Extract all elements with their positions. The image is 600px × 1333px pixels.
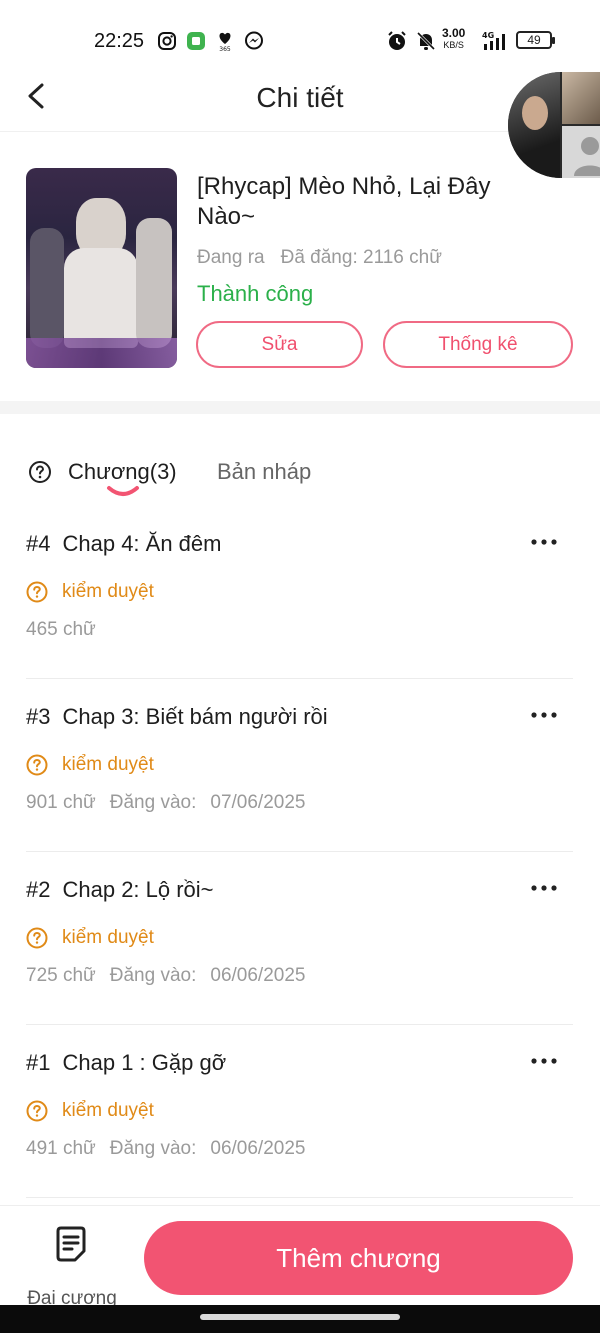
more-options-button[interactable] <box>529 532 559 552</box>
chapter-status: kiểm duyệt <box>26 578 154 606</box>
chapter-meta: 725 chữ Đăng vào: 06/06/2025 <box>26 965 305 987</box>
chapter-posted-date: 07/06/2025 <box>210 792 306 813</box>
more-dots-icon <box>531 885 557 891</box>
help-icon[interactable] <box>28 460 52 484</box>
battery-indicator: 49 <box>516 31 555 49</box>
chapter-title: Chap 3: Biết bám người rồi <box>62 704 328 729</box>
status-bar: 22:25 365 3.00 KB/S 4G 49 <box>0 0 600 80</box>
chapter-word-count: 725 chữ <box>26 965 96 986</box>
pending-question-icon <box>26 754 48 776</box>
instagram-icon <box>156 30 178 52</box>
chapter-posted-label: Đăng vào: <box>109 792 197 813</box>
chapter-status-label: kiểm duyệt <box>62 754 154 775</box>
chapter-title-row: #3 Chap 3: Biết bám người rồi <box>26 703 328 731</box>
edit-button[interactable]: Sửa <box>196 321 363 368</box>
book-state: Đang ra <box>197 247 265 268</box>
chapter-word-count: 901 chữ <box>26 792 96 813</box>
pending-question-icon <box>26 1100 48 1122</box>
svg-text:365: 365 <box>219 46 231 52</box>
chapter-posted-date: 06/06/2025 <box>210 965 306 986</box>
chapter-posted-label: Đăng vào: <box>109 965 197 986</box>
chapter-item[interactable]: #4 Chap 4: Ăn đêm kiểm duyệt 465 chữ <box>26 506 573 679</box>
more-dots-icon <box>531 539 557 545</box>
tab-drafts[interactable]: Bản nháp <box>217 458 311 486</box>
more-dots-icon <box>531 1058 557 1064</box>
book-cover[interactable] <box>26 168 177 368</box>
app-icon <box>185 30 207 52</box>
video-call-overlay[interactable] <box>508 72 600 178</box>
chapter-title: Chap 4: Ăn đêm <box>62 531 222 556</box>
chapter-number: #3 <box>26 704 51 729</box>
chapter-meta: 491 chữ Đăng vào: 06/06/2025 <box>26 1138 305 1160</box>
section-divider <box>0 401 600 414</box>
chapter-item[interactable]: #3 Chap 3: Biết bám người rồi kiểm duyệt … <box>26 679 573 852</box>
book-status: Thành công <box>197 281 314 306</box>
heart-365-icon: 365 <box>214 30 236 52</box>
stats-button[interactable]: Thống kê <box>383 321 573 368</box>
chapter-status: kiểm duyệt <box>26 751 154 779</box>
status-time: 22:25 <box>94 30 145 52</box>
book-word-count: Đã đăng: 2116 chữ <box>280 247 442 268</box>
chapter-status-label: kiểm duyệt <box>62 927 154 948</box>
bottom-action-bar: Đại cương Thêm chương <box>0 1205 600 1309</box>
chapter-number: #4 <box>26 531 51 556</box>
chapter-status: kiểm duyệt <box>26 1097 154 1125</box>
document-outline-icon <box>56 1226 86 1262</box>
more-options-button[interactable] <box>529 878 559 898</box>
tab-active-indicator <box>107 486 139 496</box>
chapter-status-label: kiểm duyệt <box>62 1100 154 1121</box>
pending-question-icon <box>26 581 48 603</box>
network-speed: 3.00 KB/S <box>442 26 466 50</box>
chapter-title: Chap 2: Lộ rồi~ <box>62 877 214 902</box>
mute-bell-icon <box>415 30 437 52</box>
chapter-title-row: #4 Chap 4: Ăn đêm <box>26 530 221 558</box>
chapter-number: #2 <box>26 877 51 902</box>
pending-question-icon <box>26 927 48 949</box>
chapter-item[interactable]: #1 Chap 1 : Gặp gỡ kiểm duyệt 491 chữ Đăng… <box>26 1025 573 1198</box>
svg-text:4G: 4G <box>482 31 494 40</box>
more-options-button[interactable] <box>529 705 559 725</box>
video-feed-secondary <box>562 72 600 124</box>
add-chapter-button[interactable]: Thêm chương <box>144 1221 573 1295</box>
home-indicator[interactable] <box>200 1314 400 1320</box>
chapter-tabs: Chương(3) Bản nháp <box>0 452 600 512</box>
chapter-title-row: #1 Chap 1 : Gặp gỡ <box>26 1049 226 1077</box>
book-title: [Rhycap] Mèo Nhỏ, Lại Đây Nào~ <box>197 173 491 230</box>
more-dots-icon <box>531 712 557 718</box>
book-meta: Đang ra Đã đăng: 2116 chữ <box>197 247 442 269</box>
chapter-meta: 901 chữ Đăng vào: 07/06/2025 <box>26 792 305 814</box>
chapter-status: kiểm duyệt <box>26 924 154 952</box>
chapter-title: Chap 1 : Gặp gỡ <box>62 1050 227 1075</box>
chapter-item[interactable]: #2 Chap 2: Lộ rồi~ kiểm duyệt 725 chữ Đăng… <box>26 852 573 1025</box>
outline-button[interactable]: Đại cương <box>20 1224 124 1309</box>
signal-icon: 4G <box>480 30 510 52</box>
chapter-word-count: 465 chữ <box>26 619 96 640</box>
alarm-icon <box>386 30 408 52</box>
user-placeholder-icon <box>562 126 600 178</box>
chapter-word-count: 491 chữ <box>26 1138 96 1159</box>
chapter-posted-label: Đăng vào: <box>109 1138 197 1159</box>
chapter-meta: 465 chữ <box>26 619 96 641</box>
messenger-icon <box>243 30 265 52</box>
chapter-posted-date: 06/06/2025 <box>210 1138 306 1159</box>
chapter-status-label: kiểm duyệt <box>62 581 154 602</box>
chapter-title-row: #2 Chap 2: Lộ rồi~ <box>26 876 214 904</box>
chapter-number: #1 <box>26 1050 51 1075</box>
more-options-button[interactable] <box>529 1051 559 1071</box>
tab-chapters[interactable]: Chương(3) <box>68 458 177 486</box>
video-feed-main <box>508 72 560 178</box>
